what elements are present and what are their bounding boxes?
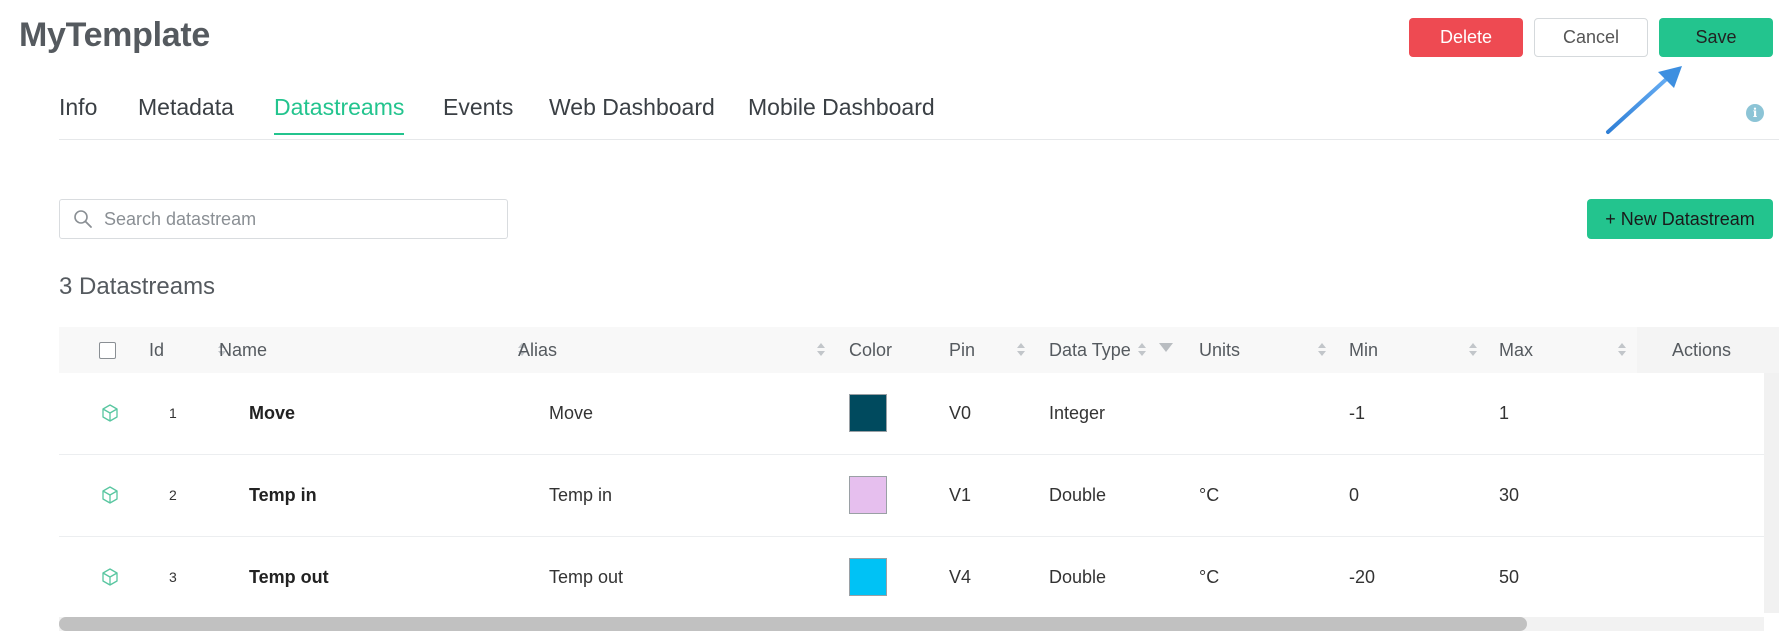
datastream-count: 3 Datastreams (59, 273, 216, 300)
cell-pin: V1 (949, 485, 972, 505)
sort-icon[interactable] (816, 343, 826, 357)
tab-events[interactable]: Events (443, 94, 513, 133)
cell-alias: Temp in (549, 485, 613, 505)
table-row[interactable]: 1 Move Move V0 Integer -1 1 (59, 373, 1779, 455)
tab-metadata[interactable]: Metadata (138, 94, 234, 133)
cell-units: °C (1199, 485, 1220, 505)
color-swatch (849, 558, 887, 596)
cell-alias: Move (549, 403, 594, 423)
table-header: Id Name Alias Color Pin Data Type Units … (59, 327, 1779, 373)
cell-min: -1 (1349, 403, 1366, 423)
cell-pin: V4 (949, 567, 972, 587)
tab-datastreams[interactable]: Datastreams (274, 94, 405, 135)
datastreams-table: Id Name Alias Color Pin Data Type Units … (59, 327, 1779, 618)
cell-id: 1 (169, 405, 177, 421)
cube-icon (102, 486, 118, 504)
cell-name[interactable]: Temp in (249, 455, 317, 535)
header-min[interactable]: Min (1349, 327, 1378, 373)
tab-mobile-dashboard[interactable]: Mobile Dashboard (748, 94, 935, 133)
save-button[interactable]: Save (1659, 18, 1773, 57)
cell-id: 2 (169, 487, 177, 503)
search-box (59, 199, 508, 239)
header-id[interactable]: Id (149, 327, 164, 373)
color-swatch (849, 394, 887, 432)
info-icon[interactable]: i (1746, 104, 1764, 122)
vertical-scrollbar[interactable] (1764, 373, 1779, 613)
table-row[interactable]: 2 Temp in Temp in V1 Double °C 0 30 (59, 455, 1779, 537)
header-max[interactable]: Max (1499, 327, 1533, 373)
horizontal-scrollbar-thumb[interactable] (59, 617, 1527, 631)
filter-icon[interactable] (1159, 343, 1173, 352)
cell-name[interactable]: Move (249, 373, 295, 453)
cube-icon (102, 568, 118, 586)
header-name[interactable]: Name (219, 327, 267, 373)
cell-min: -20 (1349, 567, 1376, 587)
select-all-checkbox[interactable] (99, 342, 116, 359)
header-color: Color (849, 340, 893, 360)
color-swatch (849, 476, 887, 514)
cancel-button[interactable]: Cancel (1534, 18, 1648, 57)
sort-icon[interactable] (1317, 343, 1327, 357)
cell-data-type: Double (1049, 567, 1107, 587)
new-datastream-button[interactable]: + New Datastream (1587, 199, 1773, 239)
search-icon (74, 210, 92, 228)
sort-icon[interactable] (1137, 343, 1147, 357)
delete-button[interactable]: Delete (1409, 18, 1523, 57)
header-actions: Actions (1672, 340, 1732, 360)
cell-max: 50 (1499, 567, 1520, 587)
cell-max: 30 (1499, 485, 1520, 505)
tab-info[interactable]: Info (59, 94, 97, 133)
header-units[interactable]: Units (1199, 327, 1240, 373)
tab-bar: Info Metadata Datastreams Events Web Das… (59, 94, 1779, 140)
cell-min: 0 (1349, 485, 1360, 505)
cell-units: °C (1199, 567, 1220, 587)
cell-data-type: Double (1049, 485, 1107, 505)
page-title: MyTemplate (19, 16, 210, 54)
cell-alias: Temp out (549, 567, 624, 587)
cell-name[interactable]: Temp out (249, 537, 329, 617)
sort-icon[interactable] (1016, 343, 1026, 357)
cell-max: 1 (1499, 403, 1510, 423)
sort-icon[interactable] (1468, 343, 1478, 357)
cube-icon (102, 404, 118, 422)
sort-icon[interactable] (1617, 343, 1627, 357)
search-input[interactable] (102, 207, 486, 231)
header-alias[interactable]: Alias (518, 327, 557, 373)
cell-pin: V0 (949, 403, 972, 423)
header-data-type[interactable]: Data Type (1049, 327, 1131, 373)
cell-id: 3 (169, 569, 177, 585)
header-pin[interactable]: Pin (949, 327, 975, 373)
table-row[interactable]: 3 Temp out Temp out V4 Double °C -20 50 (59, 537, 1779, 618)
tab-web-dashboard[interactable]: Web Dashboard (549, 94, 715, 133)
cell-data-type: Integer (1049, 403, 1106, 423)
